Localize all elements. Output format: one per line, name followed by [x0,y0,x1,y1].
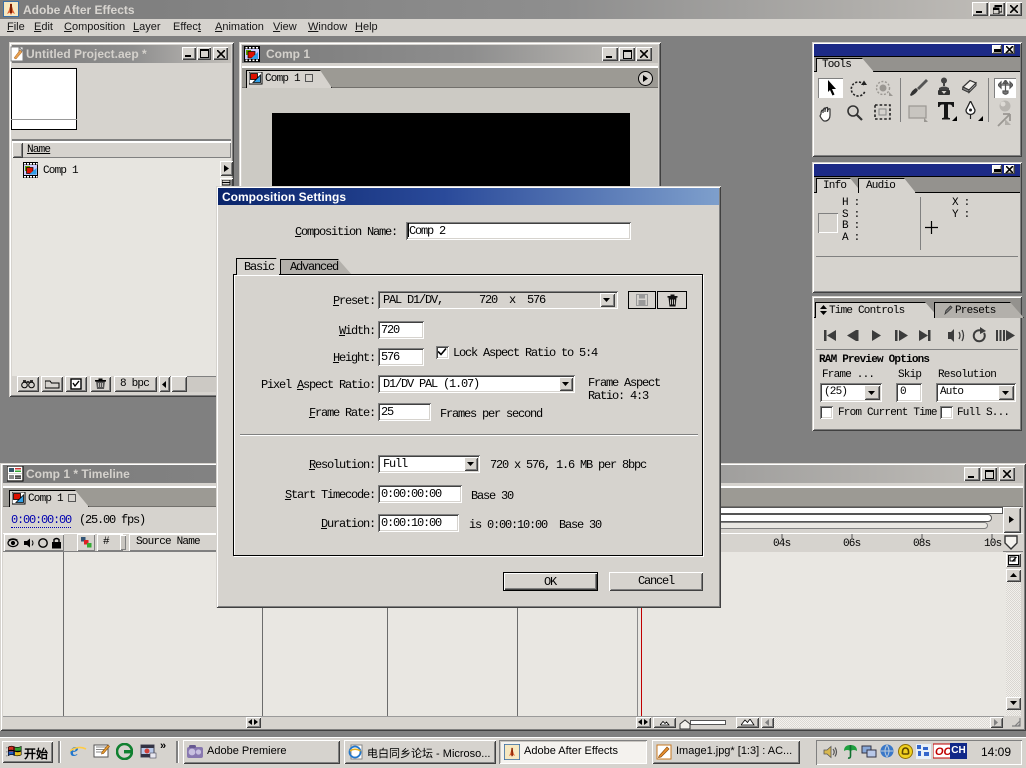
svg-text:OC: OC [935,746,951,758]
